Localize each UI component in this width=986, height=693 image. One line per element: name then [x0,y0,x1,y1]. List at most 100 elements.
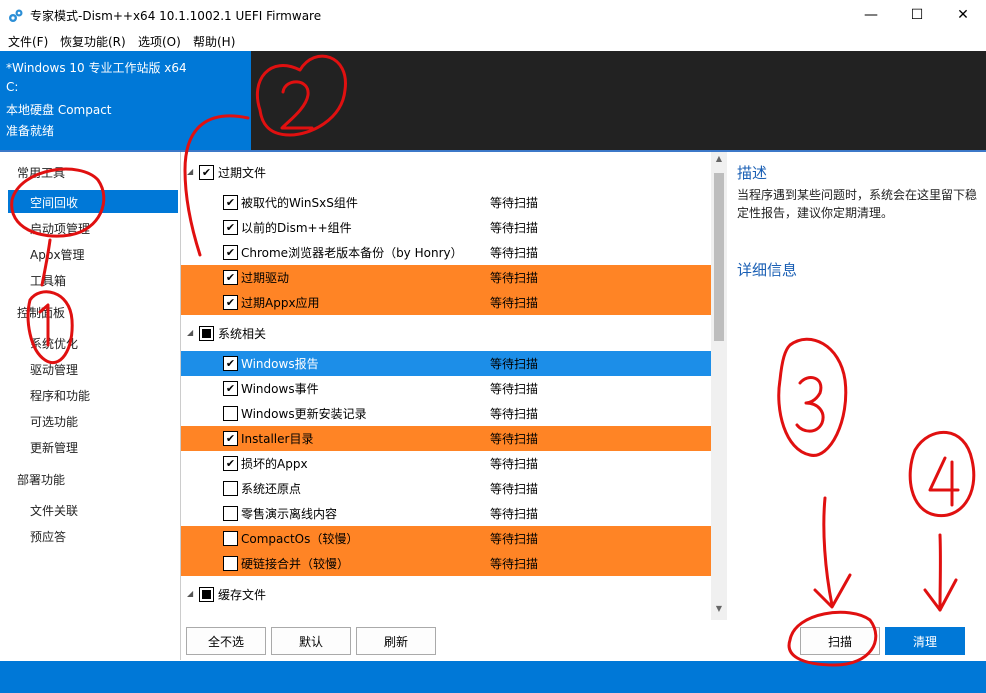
window-title: 专家模式-Dism++x64 10.1.1002.1 UEFI Firmware [30,9,322,23]
list-item[interactable]: ✔ 以前的Dism++组件 等待扫描 [181,215,711,240]
item-label: CompactOs（较慢） [241,532,359,546]
item-label: 过期驱动 [241,271,290,285]
item-checkbox[interactable] [223,531,238,546]
item-checkbox[interactable]: ✔ [223,381,238,396]
group-title: 系统相关 [218,327,267,341]
group-cache[interactable]: ◢ 缓存文件 [181,582,711,607]
group-checkbox[interactable] [199,587,214,602]
status-bar [0,661,986,693]
collapse-icon[interactable]: ◢ [187,167,193,176]
sidebar [0,152,181,660]
sidebar-item-toolbox[interactable]: 工具箱 [30,272,66,289]
list-item[interactable]: ✔ 过期Appx应用 等待扫描 [181,290,711,315]
group-checkbox[interactable] [199,326,214,341]
item-status: 等待扫描 [490,532,539,546]
item-label: Installer目录 [241,432,314,446]
sidebar-item-optional-features[interactable]: 可选功能 [30,413,78,430]
list-item[interactable]: CompactOs（较慢） 等待扫描 [181,526,711,551]
item-status: 等待扫描 [490,407,539,421]
sidebar-item-file-assoc[interactable]: 文件关联 [30,502,78,519]
group-title: 过期文件 [218,166,267,180]
sidebar-item-drivers[interactable]: 驱动管理 [30,361,78,378]
item-checkbox[interactable] [223,506,238,521]
item-status: 等待扫描 [490,382,539,396]
item-status: 等待扫描 [490,482,539,496]
scan-button[interactable]: 扫描 [800,627,880,655]
item-label: Windows事件 [241,382,319,396]
menu-restore[interactable]: 恢复功能(R) [60,33,126,50]
description-title: 描述 [737,164,768,182]
item-label: Windows更新安装记录 [241,407,367,421]
item-status: 等待扫描 [490,296,539,310]
list-item[interactable]: ✔ Windows报告 等待扫描 [181,351,711,376]
group-checkbox[interactable]: ✔ [199,165,214,180]
list-item[interactable]: 系统还原点 等待扫描 [181,476,711,501]
item-label: 损坏的Appx [241,457,308,471]
sidebar-group-common: 常用工具 [17,166,66,180]
item-status: 等待扫描 [490,457,539,471]
group-system[interactable]: ◢ 系统相关 [181,321,711,346]
group-expired-files[interactable]: ◢ ✔ 过期文件 [181,160,711,185]
minimize-button[interactable]: — [848,0,894,30]
sidebar-item-unattend[interactable]: 预应答 [30,528,66,545]
list-item[interactable]: 硬链接合并（较慢） 等待扫描 [181,551,711,576]
item-checkbox[interactable] [223,406,238,421]
list-item[interactable]: ✔ 损坏的Appx 等待扫描 [181,451,711,476]
item-label: 硬链接合并（较慢） [241,557,350,571]
item-checkbox[interactable] [223,481,238,496]
item-checkbox[interactable]: ✔ [223,195,238,210]
item-status: 等待扫描 [490,196,539,210]
sidebar-item-programs[interactable]: 程序和功能 [30,387,90,404]
list-item[interactable]: Windows更新安装记录 等待扫描 [181,401,711,426]
scroll-thumb[interactable] [714,173,724,341]
sidebar-item-space-cleanup[interactable]: 空间回收 [30,194,78,211]
item-checkbox[interactable]: ✔ [223,356,238,371]
collapse-icon[interactable]: ◢ [187,589,193,598]
item-checkbox[interactable]: ✔ [223,245,238,260]
gear-icon [9,9,23,22]
menu-help[interactable]: 帮助(H) [193,33,235,50]
list-item[interactable]: 零售演示离线内容 等待扫描 [181,501,711,526]
item-label: 被取代的WinSxS组件 [241,196,358,210]
item-checkbox[interactable]: ✔ [223,456,238,471]
item-label: 以前的Dism++组件 [241,221,352,235]
sidebar-item-startup[interactable]: 启动项管理 [30,220,90,237]
item-status: 等待扫描 [490,357,539,371]
item-checkbox[interactable]: ✔ [223,295,238,310]
list-item[interactable]: ✔ Chrome浏览器老版本备份（by Honry） 等待扫描 [181,240,711,265]
item-label: 系统还原点 [241,482,302,496]
scroll-up-icon[interactable]: ▲ [711,154,727,168]
description-text: 当程序遇到某些问题时，系统会在这里留下稳定性报告，建议你定期清理。 [737,188,978,220]
item-checkbox[interactable] [223,556,238,571]
item-status: 等待扫描 [490,557,539,571]
list-item[interactable]: ✔ Installer目录 等待扫描 [181,426,711,451]
item-checkbox[interactable]: ✔ [223,220,238,235]
sidebar-group-deploy: 部署功能 [17,473,66,487]
group-title: 缓存文件 [218,588,267,602]
refresh-button[interactable]: 刷新 [356,627,436,655]
deselect-all-button[interactable]: 全不选 [186,627,266,655]
scroll-down-icon[interactable]: ▼ [711,604,727,618]
sidebar-item-optimize[interactable]: 系统优化 [30,335,78,352]
details-title: 详细信息 [737,261,798,279]
maximize-button[interactable]: ☐ [894,0,940,30]
list-item[interactable]: ✔ 被取代的WinSxS组件 等待扫描 [181,190,711,215]
menu-options[interactable]: 选项(O) [138,33,181,50]
sidebar-item-appx[interactable]: Appx管理 [30,246,85,263]
list-item[interactable]: ✔ Windows事件 等待扫描 [181,376,711,401]
list-item[interactable]: ✔ 过期驱动 等待扫描 [181,265,711,290]
os-name: *Windows 10 专业工作站版 x64 [6,61,187,75]
menu-file[interactable]: 文件(F) [8,33,48,50]
item-label: 过期Appx应用 [241,296,320,310]
close-button[interactable]: ✕ [940,0,986,30]
sidebar-item-updates[interactable]: 更新管理 [30,439,78,456]
default-button[interactable]: 默认 [271,627,351,655]
drive-letter: C: [6,80,19,94]
item-checkbox[interactable]: ✔ [223,431,238,446]
item-status: 等待扫描 [490,221,539,235]
item-checkbox[interactable]: ✔ [223,270,238,285]
clean-button[interactable]: 清理 [885,627,965,655]
description-panel [728,152,986,660]
item-label: 零售演示离线内容 [241,507,338,521]
collapse-icon[interactable]: ◢ [187,328,193,337]
